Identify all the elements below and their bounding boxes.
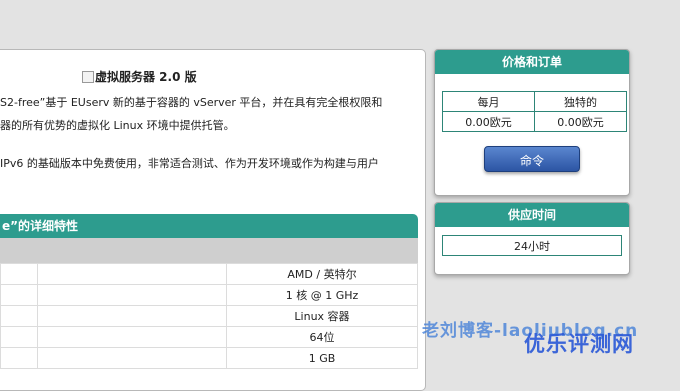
price-setup-value: 0.00欧元 bbox=[534, 111, 627, 132]
price-setup-header: 独特的 bbox=[534, 91, 627, 112]
price-order-header: 价格和订单 bbox=[435, 50, 629, 74]
table-row: 1 GB bbox=[0, 347, 418, 369]
table-row: 每月 独特的 bbox=[442, 91, 627, 112]
watermark-site: 优乐评测网 bbox=[524, 332, 634, 356]
supply-time-box: 供应时间 24小时 bbox=[434, 202, 630, 275]
broken-image-icon bbox=[82, 71, 94, 83]
description-line-3: IPv6 的基础版本中免费使用，非常适合测试、作为开发环境或作为构建与用户 bbox=[0, 157, 379, 170]
table-row: 0.00欧元 0.00欧元 bbox=[442, 111, 627, 132]
page-title-text: 虚拟服务器 2.0 版 bbox=[95, 70, 197, 84]
spec-memory-value: 1 GB bbox=[226, 347, 418, 369]
table-row: 1 核 @ 1 GHz bbox=[0, 284, 418, 306]
table-row: 64位 bbox=[0, 326, 418, 348]
page-title: 虚拟服务器 2.0 版 bbox=[82, 68, 197, 85]
price-table: 每月 独特的 0.00欧元 0.00欧元 bbox=[442, 91, 627, 132]
spec-cores-value: 1 核 @ 1 GHz bbox=[226, 284, 418, 306]
order-button[interactable]: 命令 bbox=[484, 146, 580, 172]
features-table-header bbox=[0, 238, 418, 263]
spec-cpu-value: AMD / 英特尔 bbox=[226, 263, 418, 285]
table-row: AMD / 英特尔 bbox=[0, 263, 418, 285]
supply-time-header: 供应时间 bbox=[435, 203, 629, 227]
table-row: Linux 容器 bbox=[0, 305, 418, 327]
features-table: AMD / 英特尔 1 核 @ 1 GHz Linux 容器 64位 1 GB bbox=[0, 263, 418, 369]
description-line-1: S2-free”基于 EUserv 新的基于容器的 vServer 平台，并在具… bbox=[0, 96, 383, 109]
supply-time-value: 24小时 bbox=[442, 235, 622, 256]
description-line-2: 器的所有优势的虚拟化 Linux 环境中提供托管。 bbox=[0, 119, 235, 132]
price-monthly-value: 0.00欧元 bbox=[442, 111, 535, 132]
price-order-box: 价格和订单 每月 独特的 0.00欧元 0.00欧元 命令 bbox=[434, 49, 630, 196]
price-monthly-header: 每月 bbox=[442, 91, 535, 112]
spec-virtualization-value: Linux 容器 bbox=[226, 305, 418, 327]
features-section-header: e”的详细特性 bbox=[0, 214, 418, 238]
spec-architecture-value: 64位 bbox=[226, 326, 418, 348]
